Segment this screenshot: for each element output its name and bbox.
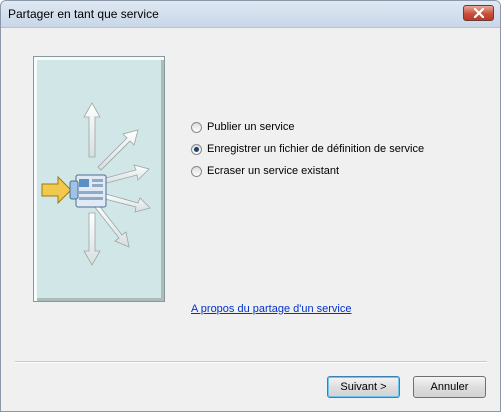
option-publish-service[interactable]: Publier un service (191, 119, 294, 135)
dialog-window: Partager en tant que service Publier un … (0, 0, 501, 412)
input-arrow-icon (41, 175, 72, 205)
option-label-overwrite: Ecraser un service existant (207, 165, 340, 177)
option-save-definition-file[interactable]: Enregistrer un fichier de définition de … (191, 141, 424, 157)
title-bar[interactable]: Partager en tant que service (1, 1, 500, 28)
option-overwrite-service[interactable]: Ecraser un service existant (191, 163, 339, 179)
share-service-illustration (33, 56, 165, 302)
option-label-save: Enregistrer un fichier de définition de … (207, 143, 425, 155)
next-button[interactable]: Suivant > (327, 376, 400, 398)
cancel-button[interactable]: Annuler (413, 376, 486, 398)
footer-separator (15, 361, 487, 363)
window-title: Partager en tant que service (8, 7, 159, 21)
close-icon (473, 8, 485, 18)
radio-publish-service[interactable] (191, 121, 202, 133)
server-icon (69, 174, 107, 208)
option-label-publish: Publier un service (207, 121, 295, 133)
radio-save-definition-file[interactable] (191, 143, 202, 155)
radio-overwrite-service[interactable] (191, 165, 202, 177)
about-sharing-link[interactable]: A propos du partage d'un service (191, 303, 351, 315)
close-button[interactable] (463, 5, 494, 21)
dialog-body: Publier un service Enregistrer un fichie… (5, 28, 496, 407)
